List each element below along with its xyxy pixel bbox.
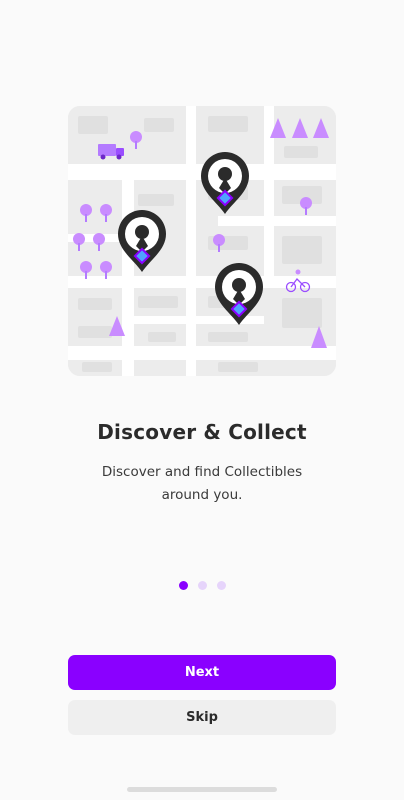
city-map: [68, 106, 336, 376]
page-dot[interactable]: [197, 581, 207, 590]
map-illustration: [68, 106, 336, 376]
page-dot-active[interactable]: [178, 581, 188, 590]
home-indicator: [127, 787, 277, 792]
page-dot[interactable]: [216, 581, 226, 590]
next-button[interactable]: Next: [68, 655, 336, 690]
skip-button[interactable]: Skip: [68, 700, 336, 735]
page-title: Discover & Collect: [97, 420, 307, 444]
page-subtitle: Discover and find Collectibles around yo…: [101, 464, 303, 503]
page-indicator: [0, 581, 404, 590]
